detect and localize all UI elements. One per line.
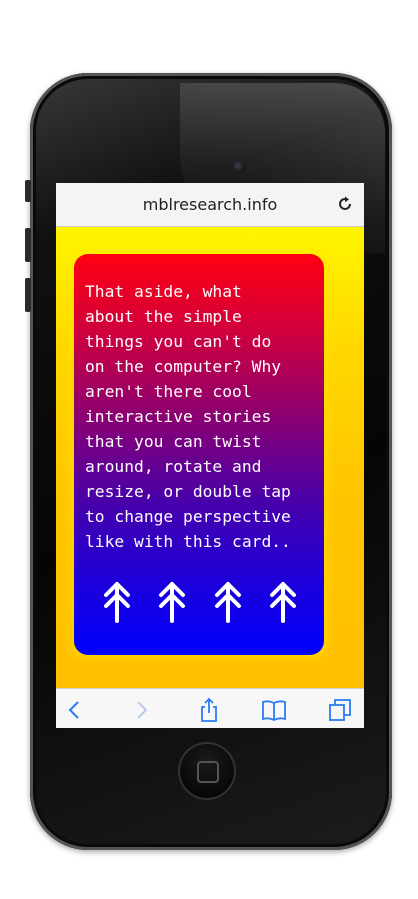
front-camera [233,161,245,173]
double-up-arrow-icon[interactable] [266,579,300,624]
share-icon[interactable] [196,697,222,723]
book-icon[interactable] [261,697,287,723]
double-up-arrow-icon[interactable] [155,579,189,624]
phone-screen: mblresearch.info That aside, what about … [56,183,364,728]
address-bar[interactable]: mblresearch.info [56,183,364,227]
arrow-row [100,579,300,624]
chevron-right-icon[interactable] [128,697,154,723]
url-text[interactable]: mblresearch.info [56,195,364,214]
mute-switch [25,180,31,202]
chevron-left-icon[interactable] [62,697,88,723]
tabs-icon[interactable] [327,697,353,723]
reload-icon[interactable] [336,195,354,213]
volume-down-button [25,278,31,312]
home-button[interactable] [178,742,236,800]
card-text: That aside, what about the simple things… [85,282,291,551]
home-square-icon [197,761,219,783]
page-content: That aside, what about the simple things… [56,227,364,688]
volume-up-button [25,228,31,262]
double-up-arrow-icon[interactable] [100,579,134,624]
browser-toolbar [56,688,364,728]
story-card[interactable]: That aside, what about the simple things… [74,254,324,655]
double-up-arrow-icon[interactable] [211,579,245,624]
